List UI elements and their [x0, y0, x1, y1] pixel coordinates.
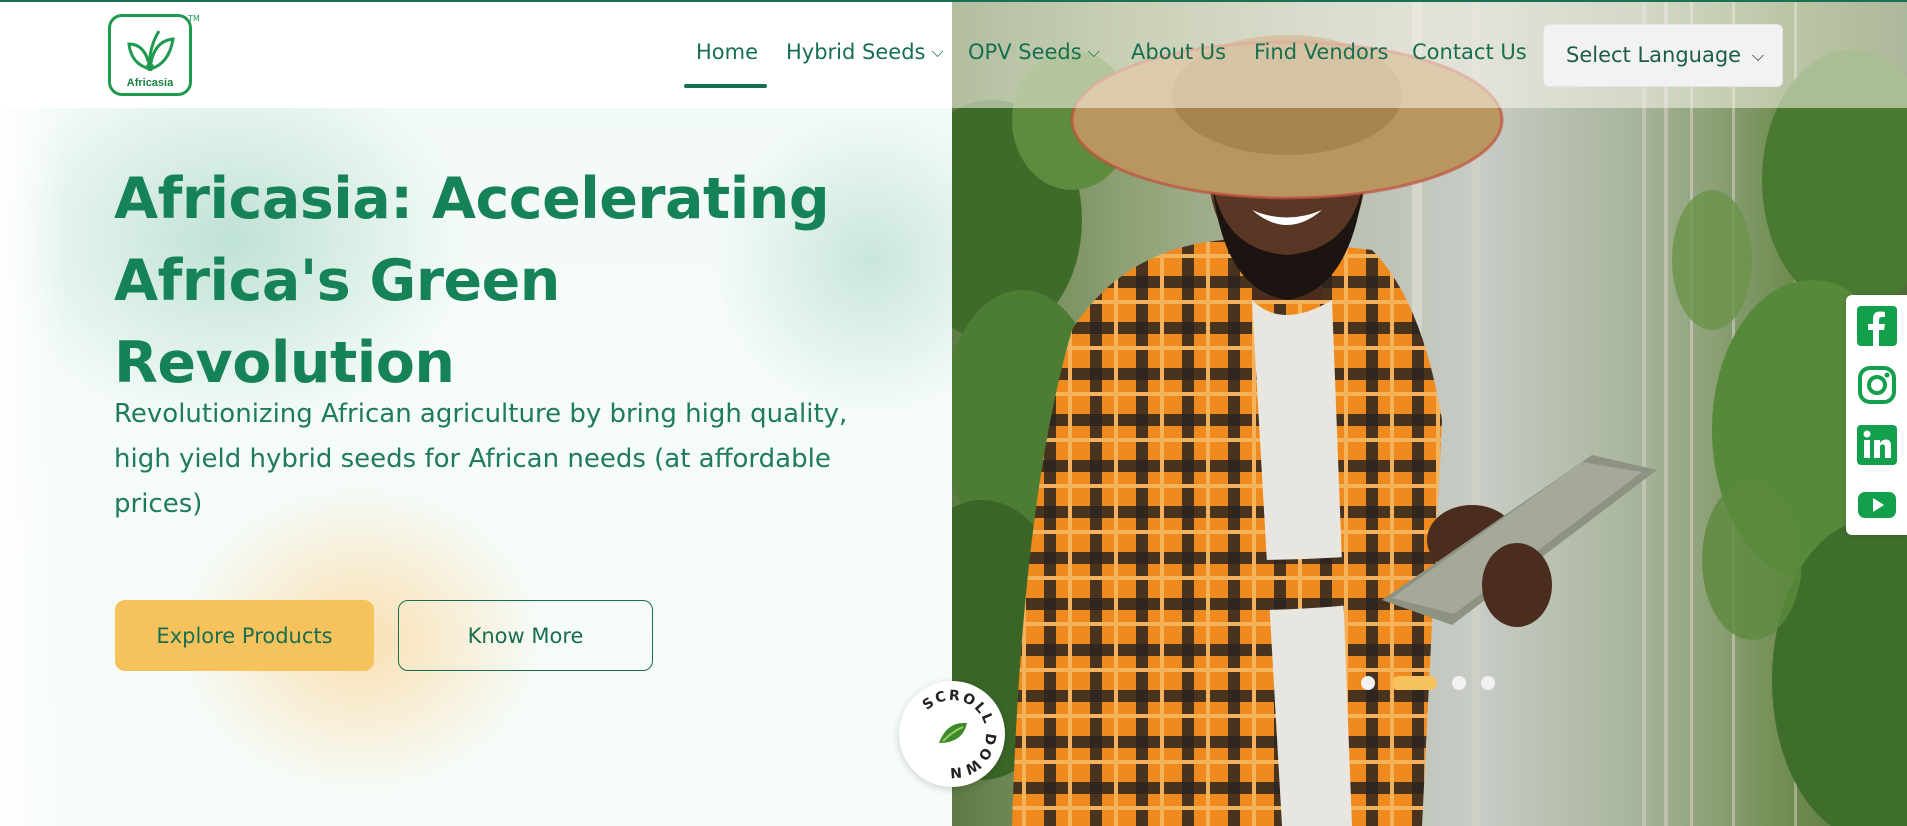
- chevron-down-icon: ⌵: [931, 42, 944, 61]
- carousel-dot[interactable]: [1481, 676, 1495, 690]
- nav-home[interactable]: Home: [696, 40, 758, 64]
- nav-label: Home: [696, 40, 759, 64]
- language-select[interactable]: Select Language ⌵: [1543, 24, 1783, 87]
- nav-label: Contact Us: [1412, 40, 1527, 64]
- scroll-down-button[interactable]: SCROLL DOWN: [899, 681, 1005, 787]
- hero-title-line-2: Africa's Green Revolution: [114, 248, 560, 396]
- language-select-value: Select Language: [1566, 43, 1742, 67]
- hero-title-line-1: Africasia: Accelerating: [114, 166, 830, 232]
- carousel-dot[interactable]: [1361, 676, 1375, 690]
- instagram-icon[interactable]: [1857, 365, 1897, 405]
- social-links: [1846, 295, 1907, 535]
- linkedin-icon[interactable]: [1857, 425, 1897, 465]
- know-more-button[interactable]: Know More: [398, 600, 653, 671]
- trademark-mark: TM: [188, 14, 200, 23]
- logo-text: Africasia: [126, 77, 174, 89]
- hero-subtitle: Revolutionizing African agriculture by b…: [114, 399, 848, 519]
- site-header: Africasia TM Home Hybrid Seeds ⌵ OPV Seed…: [0, 0, 1907, 108]
- hero-title: Africasia: Accelerating Africa's Green R…: [114, 158, 874, 404]
- nav-label: Find Vendors: [1254, 40, 1389, 64]
- nav-label: OPV Seeds: [968, 40, 1082, 64]
- facebook-icon[interactable]: [1857, 306, 1897, 346]
- leaf-icon: [939, 722, 967, 743]
- youtube-icon[interactable]: [1857, 485, 1897, 525]
- chevron-down-icon: ⌵: [1751, 46, 1764, 65]
- africasia-logo[interactable]: Africasia: [108, 14, 192, 96]
- nav-opv-seeds[interactable]: OPV Seeds ⌵: [968, 40, 1100, 64]
- nav-about-us[interactable]: About Us: [1131, 40, 1226, 64]
- hero-image: [952, 0, 1907, 826]
- nav-active-indicator: [684, 84, 767, 88]
- nav-label: About Us: [1131, 40, 1227, 64]
- chevron-down-icon: ⌵: [1087, 42, 1100, 61]
- nav-label: Hybrid Seeds: [786, 40, 926, 64]
- nav-hybrid-seeds[interactable]: Hybrid Seeds ⌵: [786, 40, 944, 64]
- carousel-dot[interactable]: [1452, 676, 1466, 690]
- explore-products-button[interactable]: Explore Products: [115, 600, 374, 671]
- farmer-photo-illustration: [952, 0, 1907, 826]
- nav-find-vendors[interactable]: Find Vendors: [1254, 40, 1388, 64]
- nav-contact-us[interactable]: Contact Us: [1412, 40, 1527, 64]
- leaf-logo-icon: [127, 30, 175, 72]
- carousel-dot-active[interactable]: [1392, 676, 1437, 690]
- scroll-down-graphic: SCROLL DOWN: [920, 688, 997, 781]
